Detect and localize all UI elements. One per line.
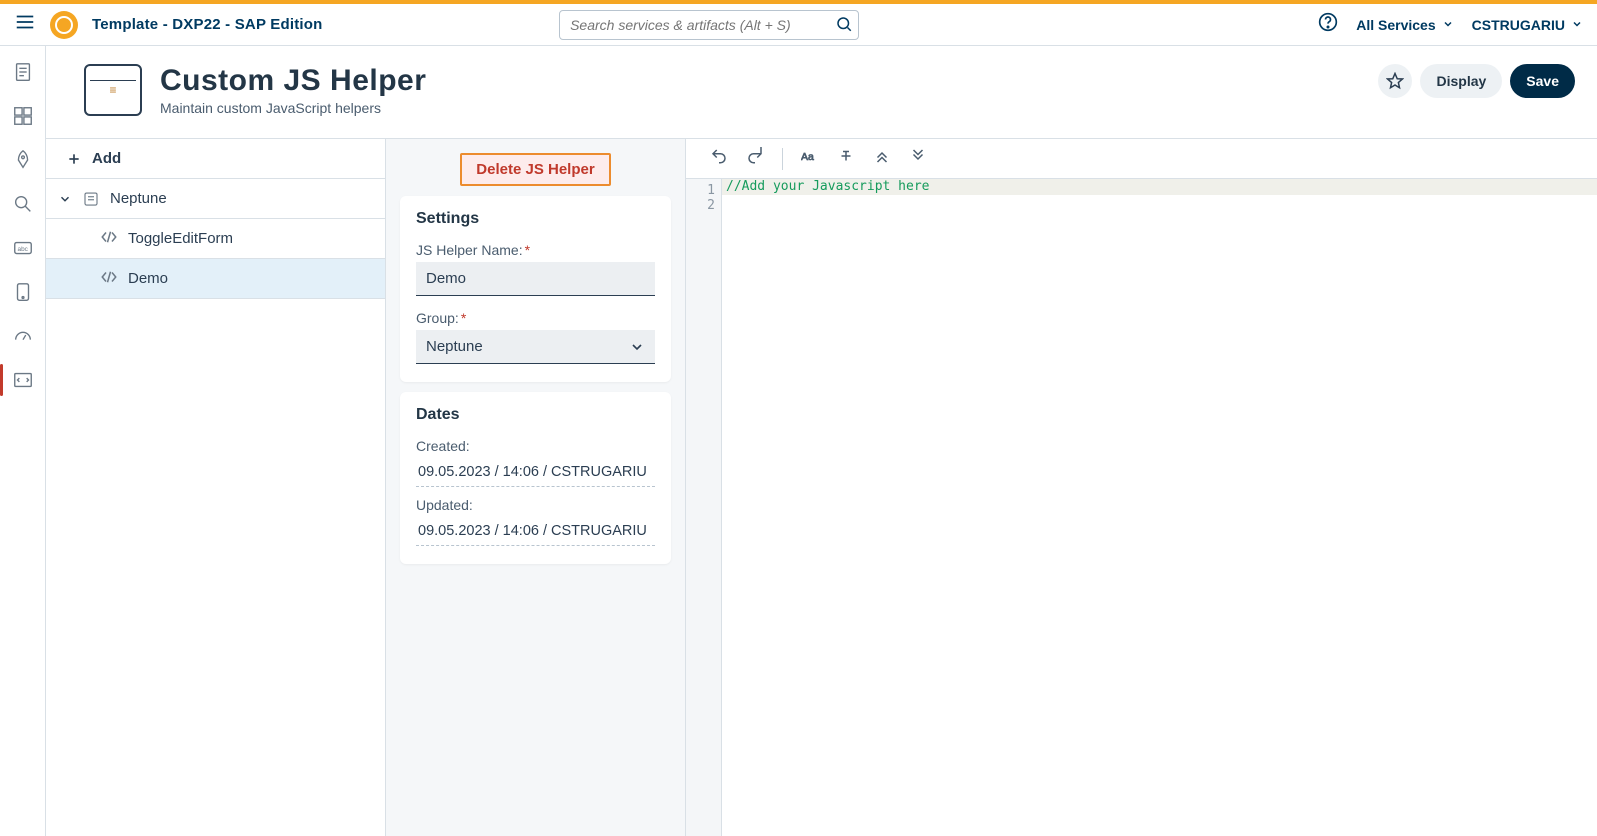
dates-title: Dates bbox=[416, 406, 655, 424]
svg-text:abc: abc bbox=[17, 246, 28, 253]
add-label: Add bbox=[92, 150, 121, 167]
content: ≡ Custom JS Helper Maintain custom JavaS… bbox=[46, 46, 1597, 836]
page-title-block: Custom JS Helper Maintain custom JavaScr… bbox=[160, 64, 426, 116]
chevron-down-icon bbox=[1442, 17, 1454, 33]
tree-group-neptune[interactable]: Neptune bbox=[46, 179, 385, 219]
page-actions: Display Save bbox=[1378, 64, 1575, 98]
created-label: Created: bbox=[416, 438, 655, 454]
created-value: 09.05.2023 / 14:06 / CSTRUGARIU bbox=[416, 458, 655, 487]
vertical-nav: abc bbox=[0, 46, 46, 836]
chevron-down-icon bbox=[58, 192, 72, 206]
settings-panel: Delete JS Helper Settings JS Helper Name… bbox=[386, 139, 686, 836]
editor-toolbar: Aa bbox=[686, 139, 1597, 179]
tree-item-label: ToggleEditForm bbox=[128, 230, 233, 247]
page-title: Custom JS Helper bbox=[160, 64, 426, 98]
all-services-label: All Services bbox=[1356, 17, 1435, 33]
editor-panel: Aa 1 2 //Add your Javascript here bbox=[686, 139, 1597, 836]
nav-device-icon[interactable] bbox=[11, 280, 35, 304]
hamburger-icon[interactable] bbox=[14, 11, 36, 38]
name-label: JS Helper Name:* bbox=[416, 242, 655, 258]
favorite-button[interactable] bbox=[1378, 64, 1412, 98]
strikethrough-icon[interactable] bbox=[837, 147, 855, 170]
delete-js-helper-button[interactable]: Delete JS Helper bbox=[460, 153, 610, 186]
nav-grid-icon[interactable] bbox=[11, 104, 35, 128]
file-drawing-icon: ≡ bbox=[109, 83, 116, 97]
name-input[interactable] bbox=[416, 262, 655, 296]
code-line: //Add your Javascript here bbox=[726, 179, 930, 194]
all-services-link[interactable]: All Services bbox=[1356, 17, 1453, 33]
gutter-line: 1 bbox=[686, 183, 715, 198]
settings-card: Settings JS Helper Name:* Group:* bbox=[400, 196, 671, 382]
header-right: All Services CSTRUGARIU bbox=[1318, 12, 1583, 37]
add-button[interactable]: Add bbox=[46, 139, 385, 179]
user-name: CSTRUGARIU bbox=[1472, 17, 1565, 33]
nav-dial-icon[interactable] bbox=[11, 324, 35, 348]
main-area: abc ≡ Custom JS Helper Maintain custom J… bbox=[0, 46, 1597, 836]
redo-icon[interactable] bbox=[746, 147, 764, 170]
toolbar-divider bbox=[782, 148, 783, 170]
tree-item-demo[interactable]: Demo bbox=[46, 259, 385, 299]
nav-code-icon[interactable] bbox=[11, 368, 35, 392]
logo-icon[interactable] bbox=[50, 11, 78, 39]
help-icon[interactable] bbox=[1318, 12, 1338, 37]
nav-search-icon[interactable] bbox=[11, 192, 35, 216]
nav-rocket-icon[interactable] bbox=[11, 148, 35, 172]
collapse-up-icon[interactable] bbox=[873, 147, 891, 170]
folder-icon bbox=[82, 190, 100, 208]
gutter-line: 2 bbox=[686, 198, 715, 213]
tree-item-toggleeditform[interactable]: ToggleEditForm bbox=[46, 219, 385, 259]
search-input[interactable] bbox=[559, 10, 859, 40]
tree-panel: Add Neptune ToggleEditForm Demo bbox=[46, 139, 386, 836]
app-header: Template - DXP22 - SAP Edition All Servi… bbox=[0, 4, 1597, 46]
svg-text:Aa: Aa bbox=[801, 151, 814, 163]
group-label: Group:* bbox=[416, 310, 655, 326]
undo-icon[interactable] bbox=[710, 147, 728, 170]
workspace: Add Neptune ToggleEditForm Demo bbox=[46, 139, 1597, 836]
page-header: ≡ Custom JS Helper Maintain custom JavaS… bbox=[46, 46, 1597, 139]
page-header-icon: ≡ bbox=[84, 64, 142, 116]
group-select[interactable] bbox=[416, 330, 655, 364]
code-icon bbox=[100, 228, 118, 250]
search-icon[interactable] bbox=[835, 15, 853, 38]
nav-document-icon[interactable] bbox=[11, 60, 35, 84]
nav-abc-icon[interactable]: abc bbox=[11, 236, 35, 260]
dates-card: Dates Created: 09.05.2023 / 14:06 / CSTR… bbox=[400, 392, 671, 564]
code-gutter: 1 2 bbox=[686, 179, 722, 836]
settings-title: Settings bbox=[416, 210, 655, 228]
page-subtitle: Maintain custom JavaScript helpers bbox=[160, 100, 426, 116]
code-icon bbox=[100, 268, 118, 290]
updated-value: 09.05.2023 / 14:06 / CSTRUGARIU bbox=[416, 517, 655, 546]
tree-item-label: Demo bbox=[128, 270, 168, 287]
code-area[interactable]: 1 2 //Add your Javascript here bbox=[686, 179, 1597, 836]
display-button[interactable]: Display bbox=[1420, 64, 1502, 98]
code-lines[interactable]: //Add your Javascript here bbox=[722, 179, 1597, 836]
expand-down-icon[interactable] bbox=[909, 147, 927, 170]
app-title: Template - DXP22 - SAP Edition bbox=[92, 16, 323, 33]
search-container bbox=[559, 10, 859, 40]
updated-label: Updated: bbox=[416, 497, 655, 513]
tree-group-label: Neptune bbox=[110, 190, 167, 207]
user-menu[interactable]: CSTRUGARIU bbox=[1472, 17, 1583, 33]
chevron-down-icon bbox=[1571, 17, 1583, 33]
tree-list: Neptune ToggleEditForm Demo bbox=[46, 179, 385, 836]
save-button[interactable]: Save bbox=[1510, 64, 1575, 98]
font-size-icon[interactable]: Aa bbox=[801, 147, 819, 170]
